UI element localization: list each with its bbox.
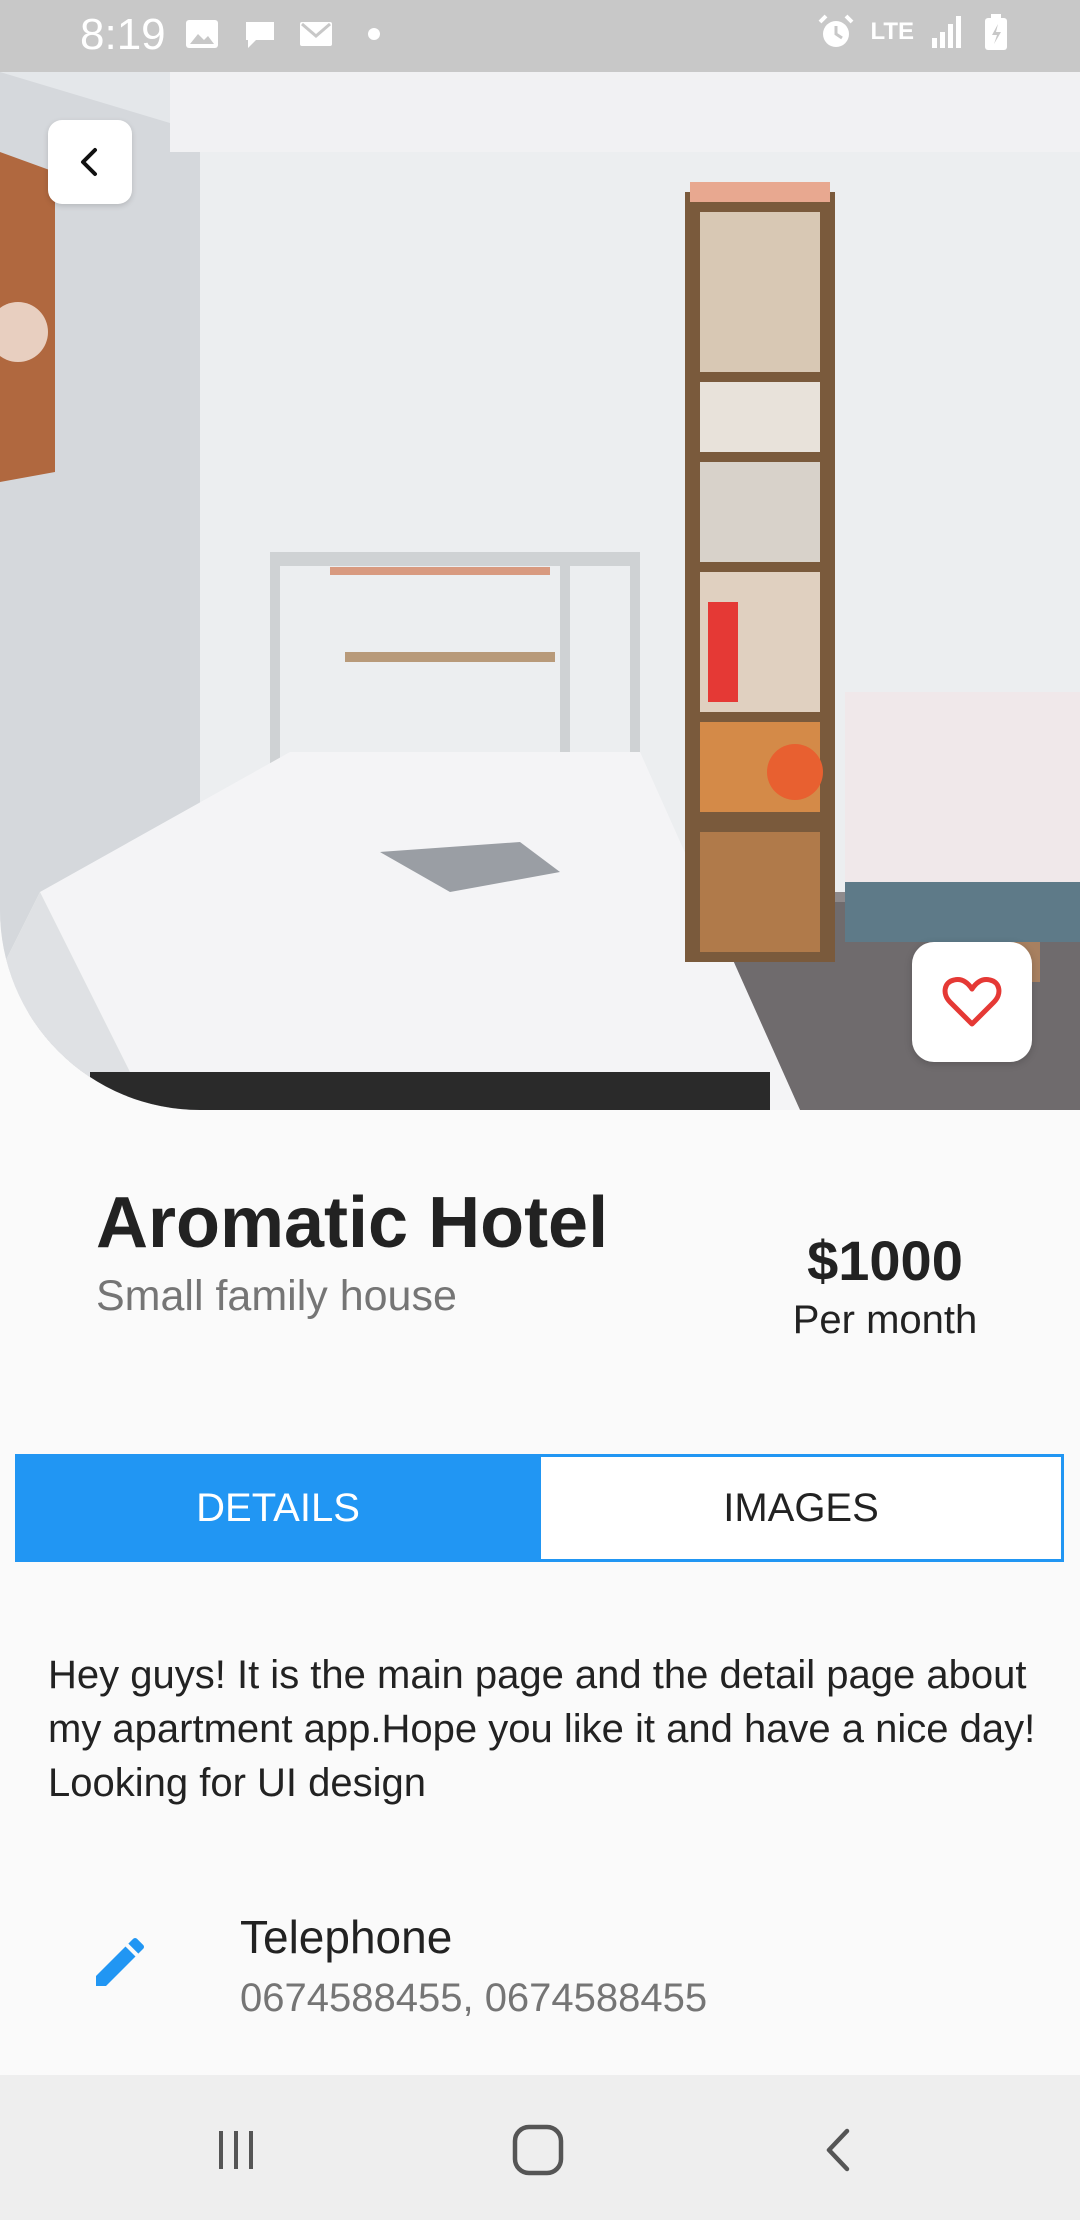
contact-phone[interactable]: 0674588455, 0674588455 bbox=[240, 1976, 707, 2021]
back-button[interactable] bbox=[48, 120, 132, 204]
hotel-name: Aromatic Hotel bbox=[96, 1183, 609, 1263]
description-text: Hey guys! It is the main page and the de… bbox=[48, 1653, 1036, 1805]
heart-icon bbox=[942, 977, 1002, 1027]
tab-images[interactable]: IMAGES bbox=[538, 1457, 1061, 1559]
gmail-icon bbox=[300, 22, 332, 46]
price-period: Per month bbox=[792, 1298, 978, 1342]
status-time: 8:19 bbox=[80, 10, 166, 59]
lte-icon: LTE bbox=[870, 18, 914, 45]
hotel-subtitle: Small family house bbox=[96, 1272, 457, 1320]
chevron-left-icon bbox=[81, 148, 97, 176]
home-icon bbox=[512, 2124, 564, 2176]
back-arrow-icon bbox=[826, 2128, 850, 2172]
recent-apps-button[interactable] bbox=[201, 2115, 271, 2185]
system-nav-bar bbox=[0, 2075, 1080, 2220]
message-icon bbox=[246, 22, 274, 48]
recent-apps-icon bbox=[219, 2131, 253, 2169]
pencil-icon bbox=[96, 1937, 145, 1986]
home-button[interactable] bbox=[503, 2115, 573, 2185]
tab-details[interactable]: DETAILS bbox=[18, 1457, 538, 1559]
alarm-icon bbox=[819, 14, 854, 47]
status-bar: 8:19 LTE bbox=[0, 0, 1080, 72]
tab-bar: DETAILS IMAGES bbox=[15, 1454, 1064, 1562]
image-icon bbox=[186, 20, 218, 48]
battery-icon bbox=[985, 14, 1007, 50]
contact-title: Telephone bbox=[240, 1911, 453, 1963]
system-back-button[interactable] bbox=[805, 2115, 875, 2185]
price-value: $1000 bbox=[807, 1229, 963, 1292]
status-right-icons: LTE bbox=[816, 12, 1010, 52]
dot-icon bbox=[368, 28, 380, 40]
favorite-button[interactable] bbox=[912, 942, 1032, 1062]
signal-icon bbox=[932, 16, 961, 48]
